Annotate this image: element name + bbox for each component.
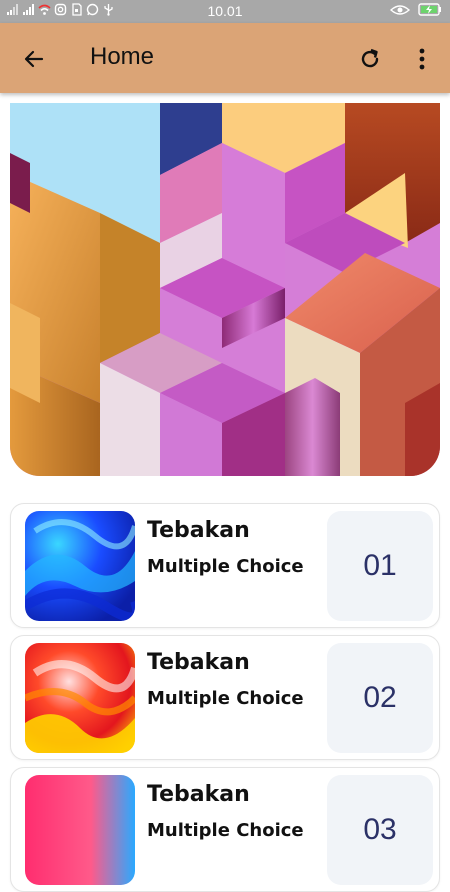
status-time: 10.01: [207, 3, 243, 19]
quiz-card-2[interactable]: Tebakan Multiple Choice 02: [10, 635, 440, 760]
quiz-number: 03: [327, 775, 433, 885]
app-bar: Home: [0, 23, 450, 93]
status-icons-right: [390, 3, 442, 16]
arrow-left-icon: [24, 50, 44, 68]
more-options-button[interactable]: [406, 43, 438, 75]
red-yellow-fluid-thumbnail: [25, 643, 135, 753]
quiz-title: Tebakan: [147, 782, 250, 807]
isometric-cubes-illustration: [10, 103, 440, 476]
quiz-subtitle: Multiple Choice: [147, 820, 304, 841]
quiz-title: Tebakan: [147, 518, 250, 543]
status-bar: 10.01: [0, 0, 450, 23]
quiz-subtitle: Multiple Choice: [147, 556, 304, 577]
blue-fluid-thumbnail: [25, 511, 135, 621]
quiz-card-1[interactable]: Tebakan Multiple Choice 01: [10, 503, 440, 628]
banner-image: [10, 103, 440, 476]
refresh-button[interactable]: [354, 43, 386, 75]
eye-icon: [390, 4, 410, 15]
quiz-number: 02: [327, 643, 433, 753]
battery-charging-icon: [418, 3, 441, 16]
pink-fluid-thumbnail: [25, 775, 135, 885]
quiz-number: 01: [327, 511, 433, 621]
quiz-card-3[interactable]: Tebakan Multiple Choice 03: [10, 767, 440, 892]
more-vertical-icon: [419, 48, 425, 70]
quiz-title: Tebakan: [147, 650, 250, 675]
quiz-subtitle: Multiple Choice: [147, 688, 304, 709]
back-button[interactable]: [18, 43, 50, 75]
page-title: Home: [90, 43, 155, 70]
refresh-icon: [361, 48, 379, 68]
